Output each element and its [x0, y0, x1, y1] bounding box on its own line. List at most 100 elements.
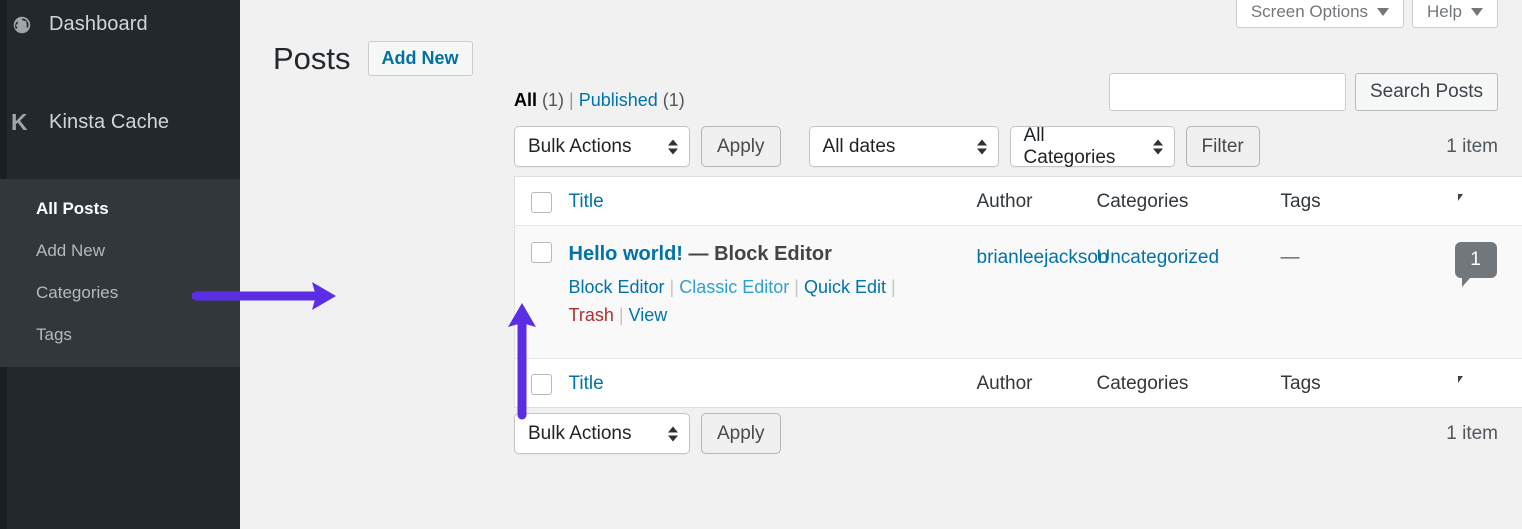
screen-options-label: Screen Options — [1251, 2, 1368, 22]
sidebar-item-categories[interactable]: Categories — [0, 272, 240, 314]
filter-button[interactable]: Filter — [1186, 126, 1260, 167]
bulk-actions-value: Bulk Actions — [528, 136, 632, 158]
post-title-link[interactable]: Hello world! — [569, 243, 683, 265]
sidebar-item-add-new[interactable]: Add New — [0, 230, 240, 272]
column-header-title[interactable]: Title — [569, 177, 604, 213]
column-header-categories: Categories — [1097, 177, 1189, 213]
footer-cell-tags: Tags — [1281, 359, 1451, 408]
comment-count-badge[interactable]: 1 — [1455, 242, 1497, 278]
table-footer-row: Title Author Categories Tags — [515, 359, 1522, 408]
row-cell-tags: — — [1281, 226, 1451, 359]
sidebar-item-all-posts[interactable]: All Posts — [0, 188, 240, 230]
row-cell-categories: Uncategorized — [1097, 226, 1281, 359]
select-all-cell — [515, 177, 569, 226]
sidebar-submenu-posts: All Posts Add New Categories Tags — [0, 179, 240, 367]
footer-cell-author: Author — [977, 359, 1097, 408]
category-filter-value: All Categories — [1024, 125, 1140, 169]
select-all-checkbox-top[interactable] — [531, 192, 552, 213]
stepper-arrows-icon — [668, 139, 678, 154]
column-footer-categories: Categories — [1097, 359, 1189, 395]
action-separator: | — [665, 277, 680, 297]
filter-all-label[interactable]: All — [514, 90, 537, 110]
row-select-cell — [515, 226, 569, 359]
main-content: Screen Options Help Posts Add New All (1… — [240, 0, 1522, 529]
action-separator: | — [789, 277, 804, 297]
bulk-actions-select-bottom[interactable]: Bulk Actions — [514, 413, 690, 454]
table-toolbar-bottom: Bulk Actions Apply — [514, 413, 781, 454]
status-filter-links: All (1)|Published (1) — [514, 90, 685, 111]
header-cell-categories: Categories — [1097, 177, 1281, 226]
footer-cell-categories: Categories — [1097, 359, 1281, 408]
row-cell-title: Hello world! — Block Editor Block Editor… — [569, 226, 977, 359]
bulk-actions-value: Bulk Actions — [528, 423, 632, 445]
add-new-button[interactable]: Add New — [368, 41, 473, 76]
post-tags: — — [1281, 226, 1451, 273]
post-author-link[interactable]: brianleejackson — [977, 247, 1109, 268]
select-all-checkbox-bottom[interactable] — [531, 374, 552, 395]
row-actions: Block Editor|Classic Editor|Quick Edit| … — [569, 267, 977, 330]
category-filter-select[interactable]: All Categories — [1010, 126, 1175, 167]
sidebar-item-label: Kinsta Cache — [45, 111, 169, 134]
footer-cell-comments — [1451, 359, 1522, 408]
post-category-link[interactable]: Uncategorized — [1097, 247, 1220, 268]
bulk-actions-select-top[interactable]: Bulk Actions — [514, 126, 690, 167]
action-view[interactable]: View — [629, 305, 668, 325]
row-cell-comments: 1 — [1451, 226, 1522, 359]
stepper-arrows-icon — [1153, 139, 1163, 154]
header-cell-author: Author — [977, 177, 1097, 226]
sidebar-item-label: Dashboard — [45, 13, 148, 36]
table-toolbar-top: Bulk Actions Apply All dates All Categor… — [514, 126, 1260, 167]
kinsta-k-icon: K — [11, 109, 45, 136]
table-row: Hello world! — Block Editor Block Editor… — [515, 226, 1522, 359]
column-footer-author: Author — [977, 359, 1033, 395]
date-filter-select[interactable]: All dates — [809, 126, 999, 167]
select-all-cell-bottom — [515, 359, 569, 408]
column-footer-tags: Tags — [1281, 359, 1321, 395]
post-title-suffix: — Block Editor — [689, 243, 832, 265]
action-classic-editor[interactable]: Classic Editor — [679, 277, 789, 297]
screen-options-button[interactable]: Screen Options — [1236, 0, 1404, 28]
date-filter-value: All dates — [823, 136, 896, 158]
wordpress-posts-screen: Dashboard K Kinsta Cache Posts All Posts… — [0, 0, 1522, 529]
filter-all-count: (1) — [542, 90, 564, 110]
chevron-down-icon — [1377, 8, 1389, 16]
search-input[interactable] — [1109, 73, 1346, 111]
column-header-author: Author — [977, 177, 1033, 213]
column-header-tags: Tags — [1281, 177, 1321, 213]
search-posts-button[interactable]: Search Posts — [1355, 73, 1498, 111]
search-box: Search Posts — [1109, 73, 1498, 111]
apply-button-top[interactable]: Apply — [701, 126, 781, 167]
posts-table: Title Author Categories Tags — [514, 176, 1522, 408]
chevron-down-icon — [1471, 8, 1483, 16]
row-cell-author: brianleejackson — [977, 226, 1097, 359]
table-footer: Title Author Categories Tags — [515, 359, 1522, 408]
action-block-editor[interactable]: Block Editor — [569, 277, 665, 297]
action-quick-edit[interactable]: Quick Edit — [804, 277, 886, 297]
footer-cell-title: Title — [569, 359, 977, 408]
header-cell-tags: Tags — [1281, 177, 1451, 226]
action-trash[interactable]: Trash — [569, 305, 614, 325]
help-label: Help — [1427, 2, 1462, 22]
action-separator: | — [886, 277, 901, 297]
header-cell-title: Title — [569, 177, 977, 226]
item-count-bottom: 1 item — [1446, 423, 1498, 445]
help-button[interactable]: Help — [1412, 0, 1498, 28]
apply-button-bottom[interactable]: Apply — [701, 413, 781, 454]
page-title: Posts — [273, 43, 351, 74]
filter-separator: | — [564, 90, 579, 110]
item-count-top: 1 item — [1446, 136, 1498, 158]
filter-published-label[interactable]: Published — [579, 90, 658, 110]
header-cell-comments — [1451, 177, 1522, 226]
filter-published-count: (1) — [663, 90, 685, 110]
column-footer-title[interactable]: Title — [569, 359, 604, 395]
sidebar-item-dashboard[interactable]: Dashboard — [0, 0, 240, 49]
admin-sidebar: Dashboard K Kinsta Cache Posts All Posts… — [0, 0, 240, 529]
sidebar-item-tags[interactable]: Tags — [0, 314, 240, 356]
table-header-row: Title Author Categories Tags — [515, 177, 1522, 226]
row-checkbox[interactable] — [531, 242, 552, 263]
sidebar-item-kinsta-cache[interactable]: K Kinsta Cache — [0, 98, 240, 147]
table-body: Hello world! — Block Editor Block Editor… — [515, 226, 1522, 359]
page-header: Posts Add New — [273, 22, 473, 95]
sidebar-item-media[interactable]: Media — [0, 518, 240, 529]
action-separator: | — [614, 305, 629, 325]
